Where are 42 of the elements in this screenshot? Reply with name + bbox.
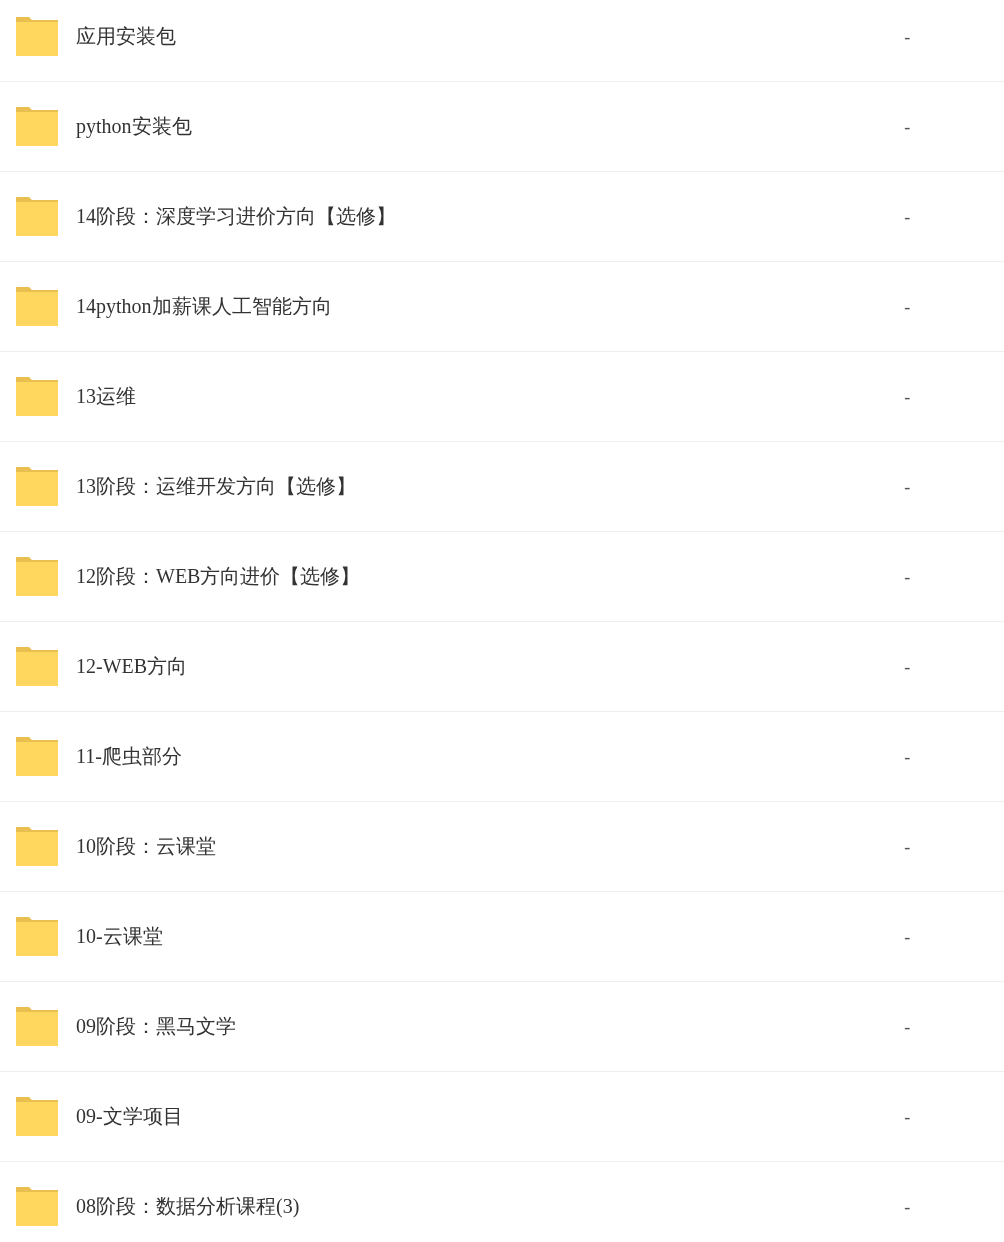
folder-name[interactable]: 08阶段：数据分析课程(3) xyxy=(76,1193,904,1220)
folder-icon xyxy=(16,1187,58,1226)
file-size: - xyxy=(904,746,912,767)
file-size: - xyxy=(904,386,912,407)
file-size: - xyxy=(904,1106,912,1127)
folder-icon xyxy=(16,827,58,866)
file-size: - xyxy=(904,1196,912,1217)
folder-name[interactable]: python安装包 xyxy=(76,113,904,140)
folder-icon xyxy=(16,467,58,506)
folder-icon xyxy=(16,1007,58,1046)
folder-icon xyxy=(16,377,58,416)
folder-name[interactable]: 12-WEB方向 xyxy=(76,653,904,680)
folder-name[interactable]: 11-爬虫部分 xyxy=(76,743,904,770)
folder-icon xyxy=(16,287,58,326)
folder-name[interactable]: 09-文学项目 xyxy=(76,1103,904,1130)
folder-name[interactable]: 应用安装包 xyxy=(76,23,904,50)
file-size: - xyxy=(904,566,912,587)
folder-icon xyxy=(16,1097,58,1136)
folder-icon xyxy=(16,557,58,596)
folder-name[interactable]: 14python加薪课人工智能方向 xyxy=(76,293,904,320)
file-size: - xyxy=(904,836,912,857)
folder-name[interactable]: 14阶段：深度学习进价方向【选修】 xyxy=(76,203,904,230)
folder-name[interactable]: 10阶段：云课堂 xyxy=(76,833,904,860)
file-size: - xyxy=(904,1016,912,1037)
file-size: - xyxy=(904,116,912,137)
folder-name[interactable]: 13阶段：运维开发方向【选修】 xyxy=(76,473,904,500)
folder-name[interactable]: 09阶段：黑马文学 xyxy=(76,1013,904,1040)
folder-name[interactable]: 10-云课堂 xyxy=(76,923,904,950)
file-size: - xyxy=(904,206,912,227)
folder-name[interactable]: 12阶段：WEB方向进价【选修】 xyxy=(76,563,904,590)
file-size: - xyxy=(904,296,912,317)
folder-icon xyxy=(16,197,58,236)
folder-icon xyxy=(16,107,58,146)
file-size: - xyxy=(904,476,912,497)
file-size: - xyxy=(904,26,912,47)
folder-name[interactable]: 13运维 xyxy=(76,383,904,410)
folder-icon xyxy=(16,917,58,956)
folder-icon xyxy=(16,647,58,686)
file-size: - xyxy=(904,656,912,677)
file-size: - xyxy=(904,926,912,947)
folder-icon xyxy=(16,17,58,56)
folder-icon xyxy=(16,737,58,776)
